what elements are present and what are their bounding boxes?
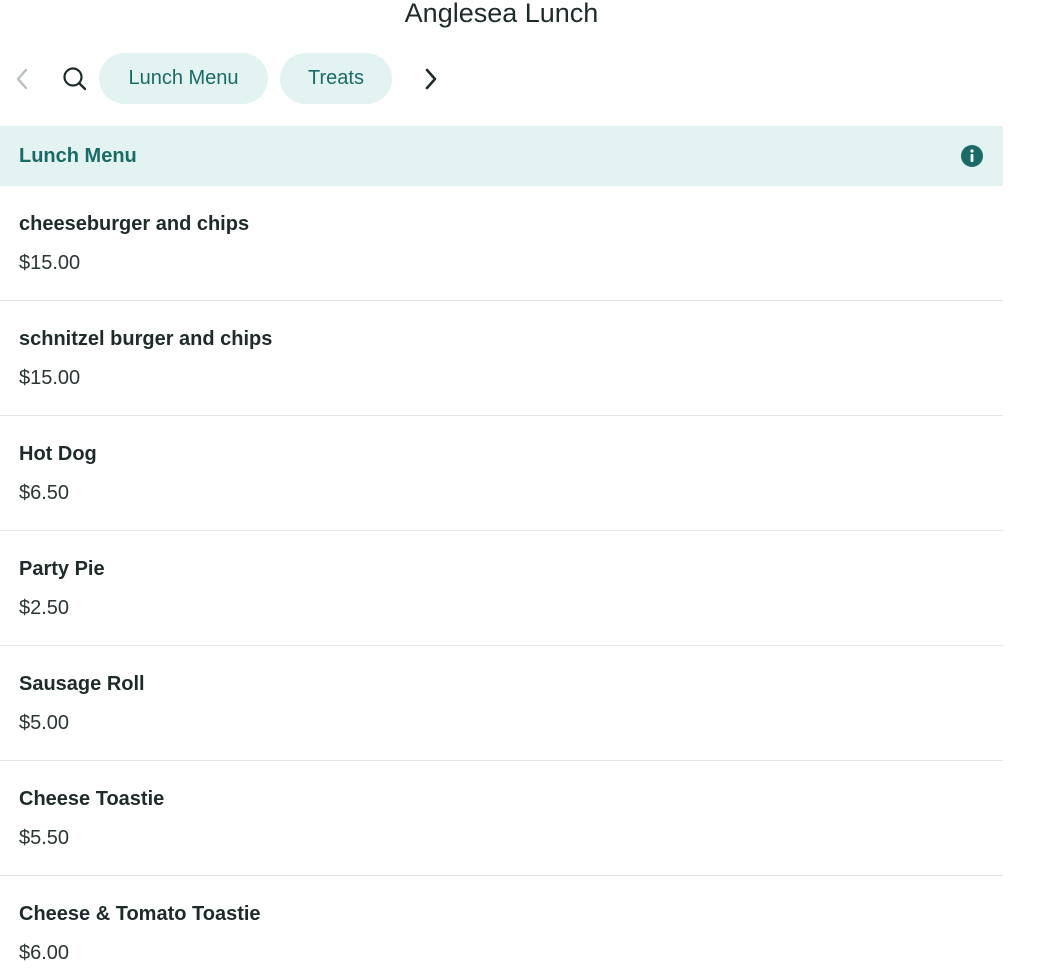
tab-lunch-menu[interactable]: Lunch Menu	[99, 53, 268, 104]
menu-item-name: Party Pie	[19, 558, 105, 580]
menu-item-price: $5.00	[19, 712, 70, 734]
menu-item[interactable]: Hot Dog $6.50	[0, 416, 1003, 531]
menu-item-price: $6.00	[19, 942, 70, 964]
chevron-left-icon	[16, 68, 28, 89]
section-title: Lunch Menu	[19, 144, 137, 167]
menu-item-name: cheeseburger and chips	[19, 213, 250, 235]
menu-item[interactable]: Cheese & Tomato Toastie $6.00	[0, 876, 1003, 969]
menu-item[interactable]: Cheese Toastie $5.50	[0, 761, 1003, 876]
menu-item-name: Hot Dog	[19, 443, 97, 465]
menu-item-name: Cheese & Tomato Toastie	[19, 903, 261, 925]
menu-item[interactable]: cheeseburger and chips $15.00	[0, 186, 1003, 301]
search-button[interactable]	[60, 64, 90, 94]
menu-item-price: $15.00	[19, 367, 81, 389]
section-header: Lunch Menu	[0, 126, 1003, 186]
menu-item-list: cheeseburger and chips $15.00 schnitzel …	[0, 186, 1003, 969]
prev-category-button[interactable]	[8, 65, 36, 93]
tab-treats[interactable]: Treats	[280, 53, 392, 104]
menu-item-price: $15.00	[19, 252, 81, 274]
search-icon	[63, 66, 87, 90]
menu-item[interactable]: Party Pie $2.50	[0, 531, 1003, 646]
next-category-button[interactable]	[417, 65, 445, 93]
page-title: Anglesea Lunch	[404, 0, 599, 28]
menu-item-name: schnitzel burger and chips	[19, 328, 273, 350]
category-nav: Lunch Menu Treats	[0, 53, 445, 104]
info-icon[interactable]	[960, 144, 984, 168]
menu-item[interactable]: schnitzel burger and chips $15.00	[0, 301, 1003, 416]
menu-item[interactable]: Sausage Roll $5.00	[0, 646, 1003, 761]
menu-item-price: $6.50	[19, 482, 70, 504]
menu-item-name: Sausage Roll	[19, 673, 145, 695]
page: Anglesea Lunch Lunch Menu Treats Lunch M…	[0, 0, 1054, 969]
menu-item-price: $5.50	[19, 827, 70, 849]
menu-item-name: Cheese Toastie	[19, 788, 165, 810]
menu-item-price: $2.50	[19, 597, 70, 619]
chevron-right-icon	[425, 68, 437, 89]
